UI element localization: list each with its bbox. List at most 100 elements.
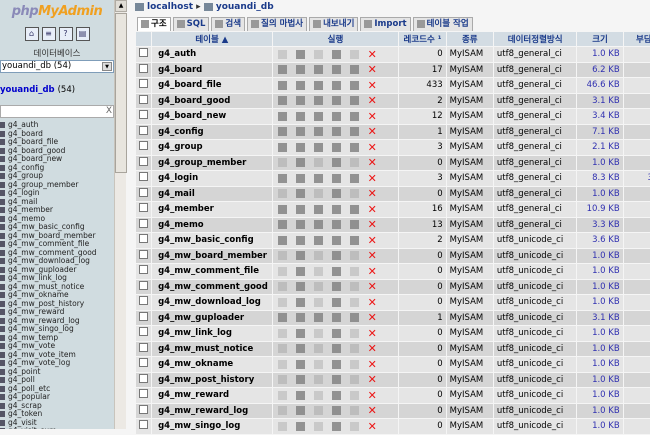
browse-icon[interactable] — [277, 251, 287, 261]
browse-icon[interactable] — [277, 65, 287, 75]
row-checkbox[interactable] — [139, 389, 148, 399]
structure-icon[interactable] — [295, 235, 305, 245]
table-size[interactable]: 3.1 KB — [577, 310, 623, 325]
table-icon[interactable] — [0, 130, 5, 137]
breadcrumb-database[interactable]: youandi_db — [216, 2, 274, 12]
search-icon[interactable] — [313, 421, 323, 431]
empty-icon[interactable] — [349, 406, 359, 416]
search-icon[interactable] — [313, 80, 323, 90]
search-icon[interactable] — [313, 266, 323, 276]
table-name[interactable]: g4_mw_post_history — [152, 372, 272, 387]
empty-icon[interactable] — [349, 421, 359, 431]
search-icon[interactable] — [313, 251, 323, 261]
drop-icon[interactable]: ✕ — [368, 359, 377, 370]
empty-icon[interactable] — [349, 127, 359, 137]
insert-icon[interactable] — [331, 173, 341, 183]
table-name[interactable]: g4_config — [152, 124, 272, 139]
table-name[interactable]: g4_mw_must_notice — [152, 341, 272, 356]
row-checkbox[interactable] — [139, 110, 148, 120]
header-overhead[interactable]: 부담 — [623, 32, 650, 46]
row-checkbox[interactable] — [139, 280, 148, 290]
drop-icon[interactable]: ✕ — [368, 266, 377, 277]
table-name[interactable]: g4_group — [152, 140, 272, 155]
structure-icon[interactable] — [295, 49, 305, 59]
table-name[interactable]: g4_mw_comment_file — [152, 264, 272, 279]
structure-icon[interactable] — [295, 266, 305, 276]
table-size[interactable]: 1.0 KB — [577, 419, 623, 434]
table-size[interactable]: 1.0 KB — [577, 341, 623, 356]
drop-icon[interactable]: ✕ — [368, 343, 377, 354]
drop-icon[interactable]: ✕ — [368, 95, 377, 106]
table-icon[interactable] — [0, 258, 5, 264]
drop-icon[interactable]: ✕ — [368, 126, 377, 137]
structure-icon[interactable] — [295, 80, 305, 90]
browse-icon[interactable] — [277, 173, 287, 183]
drop-icon[interactable]: ✕ — [368, 173, 377, 184]
structure-icon[interactable] — [295, 344, 305, 354]
row-checkbox[interactable] — [139, 404, 148, 414]
browse-icon[interactable] — [277, 142, 287, 152]
home-icon[interactable]: ⌂ — [24, 27, 39, 41]
table-icon[interactable] — [0, 156, 5, 162]
empty-icon[interactable] — [349, 96, 359, 106]
table-name[interactable]: g4_login — [152, 171, 272, 186]
insert-icon[interactable] — [331, 406, 341, 416]
drop-icon[interactable]: ✕ — [368, 80, 377, 91]
table-icon[interactable] — [0, 198, 5, 205]
insert-icon[interactable] — [331, 390, 341, 400]
structure-icon[interactable] — [295, 189, 305, 199]
table-name[interactable]: g4_group_member — [152, 155, 272, 170]
structure-icon[interactable] — [295, 204, 305, 214]
table-icon[interactable] — [0, 164, 5, 171]
structure-icon[interactable] — [295, 313, 305, 323]
search-icon[interactable] — [313, 297, 323, 307]
table-icon[interactable] — [0, 300, 5, 307]
table-icon[interactable] — [0, 385, 5, 392]
header-records[interactable]: 레코드수 ¹ — [399, 32, 446, 46]
table-size[interactable]: 1.0 KB — [577, 372, 623, 387]
row-checkbox[interactable] — [139, 249, 148, 259]
drop-icon[interactable]: ✕ — [368, 49, 377, 60]
search-icon[interactable] — [313, 313, 323, 323]
docs-icon[interactable]: ▤ — [75, 27, 90, 41]
header-size[interactable]: 크기 — [577, 32, 623, 46]
browse-icon[interactable] — [277, 406, 287, 416]
structure-icon[interactable] — [295, 297, 305, 307]
table-icon[interactable] — [0, 122, 5, 128]
table-name[interactable]: g4_memo — [152, 217, 272, 232]
insert-icon[interactable] — [331, 189, 341, 199]
drop-icon[interactable]: ✕ — [368, 297, 377, 308]
table-icon[interactable] — [0, 419, 5, 426]
table-icon[interactable] — [0, 377, 5, 383]
insert-icon[interactable] — [331, 204, 341, 214]
table-size[interactable]: 2.1 KB — [577, 140, 623, 155]
row-checkbox[interactable] — [139, 342, 148, 352]
table-name[interactable]: g4_board_new — [152, 109, 272, 124]
browse-icon[interactable] — [277, 189, 287, 199]
structure-icon[interactable] — [295, 282, 305, 292]
browse-icon[interactable] — [277, 204, 287, 214]
empty-icon[interactable] — [349, 80, 359, 90]
insert-icon[interactable] — [331, 127, 341, 137]
header-type[interactable]: 종류 — [446, 32, 493, 46]
empty-icon[interactable] — [349, 390, 359, 400]
row-checkbox[interactable] — [139, 265, 148, 275]
table-size[interactable]: 46.6 KB — [577, 78, 623, 93]
table-icon[interactable] — [0, 249, 5, 256]
table-icon[interactable] — [0, 147, 5, 154]
search-icon[interactable] — [313, 189, 323, 199]
browse-icon[interactable] — [277, 80, 287, 90]
table-icon[interactable] — [0, 224, 5, 230]
row-checkbox[interactable] — [139, 203, 148, 213]
table-icon[interactable] — [0, 173, 5, 179]
drop-icon[interactable]: ✕ — [368, 111, 377, 122]
phpmyadmin-logo[interactable]: phpMyAdmin — [0, 4, 114, 19]
drop-icon[interactable]: ✕ — [368, 157, 377, 168]
browse-icon[interactable] — [277, 282, 287, 292]
scrollbar-thumb[interactable] — [115, 13, 127, 173]
table-name[interactable]: g4_mw_download_log — [152, 295, 272, 310]
search-icon[interactable] — [313, 344, 323, 354]
drop-icon[interactable]: ✕ — [368, 312, 377, 323]
empty-icon[interactable] — [349, 65, 359, 75]
table-icon[interactable] — [0, 309, 5, 315]
